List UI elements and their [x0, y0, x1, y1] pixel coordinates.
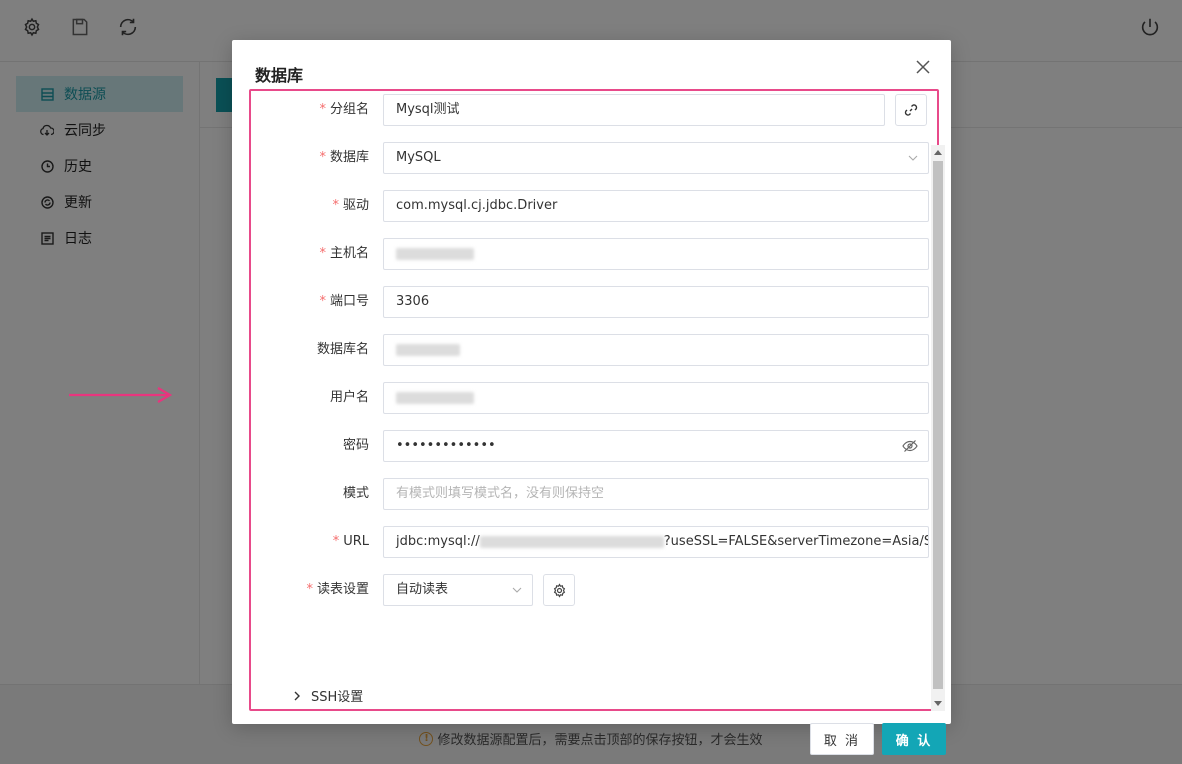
group-label: * 分组名: [319, 102, 369, 117]
confirm-button[interactable]: 确 认: [882, 723, 946, 755]
port-label: * 端口号: [319, 294, 369, 309]
gear-icon: [553, 582, 565, 598]
chevron-down-icon: [908, 155, 918, 161]
driver-label: * 驱动: [332, 198, 369, 213]
form-row-url: * URL jdbc:mysql:// ?useSSL=FALSE&serverTi…: [251, 526, 931, 558]
dbname-label: 数据库名: [316, 342, 369, 357]
read-table-select-value: 自动读表: [396, 582, 449, 597]
form-row-password: 密码 •••••••••••••: [251, 430, 931, 462]
link-button[interactable]: [895, 94, 927, 126]
redacted-value: [396, 343, 460, 356]
username-label: 用户名: [329, 390, 369, 405]
scroll-thumb[interactable]: [933, 161, 943, 689]
form-row-username: 用户名: [251, 382, 931, 414]
form-row-dbname: 数据库名: [251, 334, 931, 366]
group-input[interactable]: Mysql测试: [383, 94, 885, 126]
read-table-label: * 读表设置: [306, 582, 369, 597]
database-select-value: MySQL: [396, 150, 441, 165]
redacted-value: [396, 247, 474, 260]
redacted-value: [396, 391, 474, 404]
form-row-driver: * 驱动 com.mysql.cj.jdbc.Driver: [251, 190, 931, 222]
chevron-down-icon: [512, 587, 522, 593]
driver-input[interactable]: com.mysql.cj.jdbc.Driver: [383, 190, 929, 222]
dialog-title: 数据库: [255, 66, 304, 85]
url-label: * URL: [332, 534, 369, 549]
cancel-button[interactable]: 取 消: [810, 723, 874, 755]
annotation-arrow: [69, 387, 172, 403]
form-row-group: * 分组名 Mysql测试: [251, 94, 931, 126]
url-input[interactable]: jdbc:mysql:// ?useSSL=FALSE&serverTimezon…: [383, 526, 929, 558]
username-input[interactable]: [383, 382, 929, 414]
schema-input[interactable]: 有模式则填写模式名，没有则保持空: [383, 478, 929, 510]
password-input[interactable]: •••••••••••••: [383, 430, 929, 462]
form-row-host: * 主机名: [251, 238, 931, 270]
read-table-settings-button[interactable]: [543, 574, 575, 606]
eye-off-icon[interactable]: [902, 439, 918, 453]
form-row-read-table: * 读表设置 自动读表: [251, 574, 931, 606]
read-table-select[interactable]: 自动读表: [383, 574, 533, 606]
scroll-down-arrow[interactable]: [934, 701, 942, 706]
link-icon: [904, 104, 918, 116]
ssh-settings-label: SSH设置: [311, 690, 364, 705]
form-row-database: * 数据库 MySQL: [251, 142, 931, 174]
form-scrollbar[interactable]: [931, 145, 945, 711]
ssh-settings-toggle[interactable]: SSH设置: [293, 686, 363, 705]
password-label: 密码: [342, 438, 369, 453]
form-highlight-box: * 分组名 Mysql测试 * 数据库 MySQL * 驱动 com.mysql.cj…: [249, 89, 946, 755]
close-icon[interactable]: [915, 59, 931, 75]
database-select[interactable]: MySQL: [383, 142, 929, 174]
chevron-right-icon: [294, 691, 300, 700]
dbname-input[interactable]: [383, 334, 929, 366]
url-prefix: jdbc:mysql://: [396, 534, 480, 549]
url-suffix: ?useSSL=FALSE&serverTimezone=Asia/Sha: [663, 534, 929, 549]
form-row-schema: 模式 有模式则填写模式名，没有则保持空: [251, 478, 931, 510]
schema-label: 模式: [342, 486, 369, 501]
scroll-up-arrow[interactable]: [934, 150, 942, 155]
password-value: •••••••••••••: [396, 438, 496, 453]
host-input[interactable]: [383, 238, 929, 270]
host-label: * 主机名: [319, 246, 369, 261]
database-label: * 数据库: [319, 150, 369, 165]
port-input[interactable]: 3306: [383, 286, 929, 318]
form-row-port: * 端口号 3306: [251, 286, 931, 318]
redacted-value: [479, 535, 664, 548]
database-dialog: 数据库 * 分组名 Mysql测试 * 数据库 MySQL * 驱动 com.mysq…: [232, 40, 951, 755]
